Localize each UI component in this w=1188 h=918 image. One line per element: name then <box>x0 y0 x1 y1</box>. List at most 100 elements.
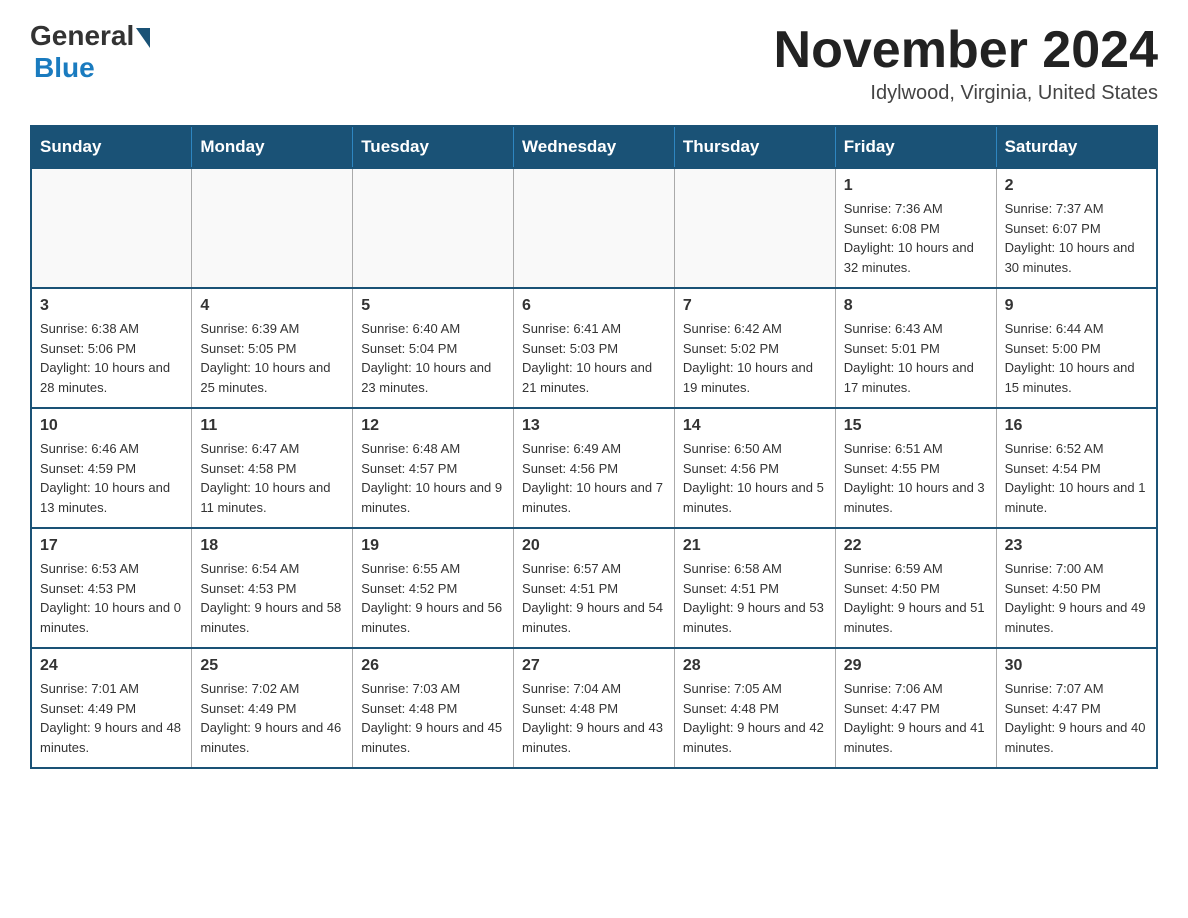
day-info: Sunrise: 6:44 AM Sunset: 5:00 PM Dayligh… <box>1005 319 1148 397</box>
day-number: 10 <box>40 417 183 435</box>
calendar-cell: 16 Sunrise: 6:52 AM Sunset: 4:54 PM Dayli… <box>996 408 1157 528</box>
day-info: Sunrise: 6:54 AM Sunset: 4:53 PM Dayligh… <box>200 559 344 637</box>
day-info: Sunrise: 7:05 AM Sunset: 4:48 PM Dayligh… <box>683 679 827 757</box>
day-number: 3 <box>40 297 183 315</box>
day-number: 16 <box>1005 417 1148 435</box>
day-number: 26 <box>361 657 505 675</box>
calendar-cell: 12 Sunrise: 6:48 AM Sunset: 4:57 PM Dayli… <box>353 408 514 528</box>
logo-blue-text: Blue <box>34 52 95 84</box>
day-number: 27 <box>522 657 666 675</box>
calendar-cell: 11Sunrise: 6:47 AM Sunset: 4:58 PM Dayli… <box>192 408 353 528</box>
day-number: 21 <box>683 537 827 555</box>
day-number: 18 <box>200 537 344 555</box>
day-info: Sunrise: 7:02 AM Sunset: 4:49 PM Dayligh… <box>200 679 344 757</box>
calendar-cell: 25 Sunrise: 7:02 AM Sunset: 4:49 PM Dayli… <box>192 648 353 768</box>
day-info: Sunrise: 6:58 AM Sunset: 4:51 PM Dayligh… <box>683 559 827 637</box>
calendar-cell: 23 Sunrise: 7:00 AM Sunset: 4:50 PM Dayli… <box>996 528 1157 648</box>
day-number: 29 <box>844 657 988 675</box>
calendar-week-row: 3 Sunrise: 6:38 AM Sunset: 5:06 PM Daylig… <box>31 288 1157 408</box>
day-info: Sunrise: 6:49 AM Sunset: 4:56 PM Dayligh… <box>522 439 666 517</box>
calendar-cell: 28 Sunrise: 7:05 AM Sunset: 4:48 PM Dayli… <box>674 648 835 768</box>
day-info: Sunrise: 6:50 AM Sunset: 4:56 PM Dayligh… <box>683 439 827 517</box>
location-text: Idylwood, Virginia, United States <box>774 82 1158 105</box>
day-info: Sunrise: 7:06 AM Sunset: 4:47 PM Dayligh… <box>844 679 988 757</box>
calendar-cell: 17 Sunrise: 6:53 AM Sunset: 4:53 PM Dayli… <box>31 528 192 648</box>
day-info: Sunrise: 6:55 AM Sunset: 4:52 PM Dayligh… <box>361 559 505 637</box>
month-title: November 2024 <box>774 20 1158 80</box>
calendar-cell: 14 Sunrise: 6:50 AM Sunset: 4:56 PM Dayli… <box>674 408 835 528</box>
calendar-cell: 30Sunrise: 7:07 AM Sunset: 4:47 PM Dayli… <box>996 648 1157 768</box>
calendar-cell: 9Sunrise: 6:44 AM Sunset: 5:00 PM Daylig… <box>996 288 1157 408</box>
day-number: 4 <box>200 297 344 315</box>
day-info: Sunrise: 7:01 AM Sunset: 4:49 PM Dayligh… <box>40 679 183 757</box>
day-number: 2 <box>1005 177 1148 195</box>
calendar-cell: 3 Sunrise: 6:38 AM Sunset: 5:06 PM Daylig… <box>31 288 192 408</box>
day-number: 17 <box>40 537 183 555</box>
day-info: Sunrise: 6:41 AM Sunset: 5:03 PM Dayligh… <box>522 319 666 397</box>
calendar-cell: 2 Sunrise: 7:37 AM Sunset: 6:07 PM Daylig… <box>996 168 1157 288</box>
calendar-cell <box>674 168 835 288</box>
calendar-cell: 15Sunrise: 6:51 AM Sunset: 4:55 PM Dayli… <box>835 408 996 528</box>
calendar-cell <box>31 168 192 288</box>
calendar-cell: 29 Sunrise: 7:06 AM Sunset: 4:47 PM Dayli… <box>835 648 996 768</box>
day-number: 22 <box>844 537 988 555</box>
calendar-cell: 13 Sunrise: 6:49 AM Sunset: 4:56 PM Dayli… <box>514 408 675 528</box>
day-info: Sunrise: 7:36 AM Sunset: 6:08 PM Dayligh… <box>844 199 988 277</box>
calendar-cell: 20 Sunrise: 6:57 AM Sunset: 4:51 PM Dayli… <box>514 528 675 648</box>
logo-arrow-icon <box>136 28 150 48</box>
day-info: Sunrise: 7:03 AM Sunset: 4:48 PM Dayligh… <box>361 679 505 757</box>
logo-general-text: General <box>30 20 134 52</box>
calendar-table: SundayMondayTuesdayWednesdayThursdayFrid… <box>30 125 1158 769</box>
calendar-cell: 7 Sunrise: 6:42 AM Sunset: 5:02 PM Daylig… <box>674 288 835 408</box>
day-number: 12 <box>361 417 505 435</box>
day-info: Sunrise: 6:46 AM Sunset: 4:59 PM Dayligh… <box>40 439 183 517</box>
page-header: General Blue November 2024 Idylwood, Vir… <box>30 20 1158 105</box>
day-number: 6 <box>522 297 666 315</box>
day-of-week-header: Wednesday <box>514 126 675 168</box>
day-number: 28 <box>683 657 827 675</box>
calendar-week-row: 10 Sunrise: 6:46 AM Sunset: 4:59 PM Dayli… <box>31 408 1157 528</box>
day-number: 1 <box>844 177 988 195</box>
day-info: Sunrise: 6:38 AM Sunset: 5:06 PM Dayligh… <box>40 319 183 397</box>
day-number: 5 <box>361 297 505 315</box>
day-info: Sunrise: 7:00 AM Sunset: 4:50 PM Dayligh… <box>1005 559 1148 637</box>
day-number: 20 <box>522 537 666 555</box>
calendar-cell <box>192 168 353 288</box>
calendar-cell <box>353 168 514 288</box>
day-number: 25 <box>200 657 344 675</box>
calendar-cell: 6 Sunrise: 6:41 AM Sunset: 5:03 PM Daylig… <box>514 288 675 408</box>
day-info: Sunrise: 6:48 AM Sunset: 4:57 PM Dayligh… <box>361 439 505 517</box>
calendar-cell: 4 Sunrise: 6:39 AM Sunset: 5:05 PM Daylig… <box>192 288 353 408</box>
day-info: Sunrise: 7:37 AM Sunset: 6:07 PM Dayligh… <box>1005 199 1148 277</box>
day-info: Sunrise: 6:59 AM Sunset: 4:50 PM Dayligh… <box>844 559 988 637</box>
day-number: 23 <box>1005 537 1148 555</box>
day-number: 14 <box>683 417 827 435</box>
day-info: Sunrise: 6:52 AM Sunset: 4:54 PM Dayligh… <box>1005 439 1148 517</box>
day-info: Sunrise: 6:57 AM Sunset: 4:51 PM Dayligh… <box>522 559 666 637</box>
calendar-cell: 18 Sunrise: 6:54 AM Sunset: 4:53 PM Dayli… <box>192 528 353 648</box>
calendar-cell: 1 Sunrise: 7:36 AM Sunset: 6:08 PM Daylig… <box>835 168 996 288</box>
calendar-cell: 19Sunrise: 6:55 AM Sunset: 4:52 PM Dayli… <box>353 528 514 648</box>
title-section: November 2024 Idylwood, Virginia, United… <box>774 20 1158 105</box>
day-number: 24 <box>40 657 183 675</box>
day-of-week-header: Sunday <box>31 126 192 168</box>
day-info: Sunrise: 7:07 AM Sunset: 4:47 PM Dayligh… <box>1005 679 1148 757</box>
day-of-week-header: Tuesday <box>353 126 514 168</box>
calendar-cell: 27 Sunrise: 7:04 AM Sunset: 4:48 PM Dayli… <box>514 648 675 768</box>
day-number: 8 <box>844 297 988 315</box>
day-number: 7 <box>683 297 827 315</box>
day-number: 13 <box>522 417 666 435</box>
day-of-week-header: Saturday <box>996 126 1157 168</box>
day-info: Sunrise: 6:42 AM Sunset: 5:02 PM Dayligh… <box>683 319 827 397</box>
day-info: Sunrise: 6:51 AM Sunset: 4:55 PM Dayligh… <box>844 439 988 517</box>
day-info: Sunrise: 6:39 AM Sunset: 5:05 PM Dayligh… <box>200 319 344 397</box>
day-info: Sunrise: 7:04 AM Sunset: 4:48 PM Dayligh… <box>522 679 666 757</box>
day-number: 11 <box>200 417 344 435</box>
calendar-week-row: 24 Sunrise: 7:01 AM Sunset: 4:49 PM Dayli… <box>31 648 1157 768</box>
calendar-cell: 10 Sunrise: 6:46 AM Sunset: 4:59 PM Dayli… <box>31 408 192 528</box>
day-of-week-header: Monday <box>192 126 353 168</box>
day-of-week-header: Friday <box>835 126 996 168</box>
calendar-cell: 8Sunrise: 6:43 AM Sunset: 5:01 PM Daylig… <box>835 288 996 408</box>
calendar-cell: 21 Sunrise: 6:58 AM Sunset: 4:51 PM Dayli… <box>674 528 835 648</box>
day-info: Sunrise: 6:53 AM Sunset: 4:53 PM Dayligh… <box>40 559 183 637</box>
